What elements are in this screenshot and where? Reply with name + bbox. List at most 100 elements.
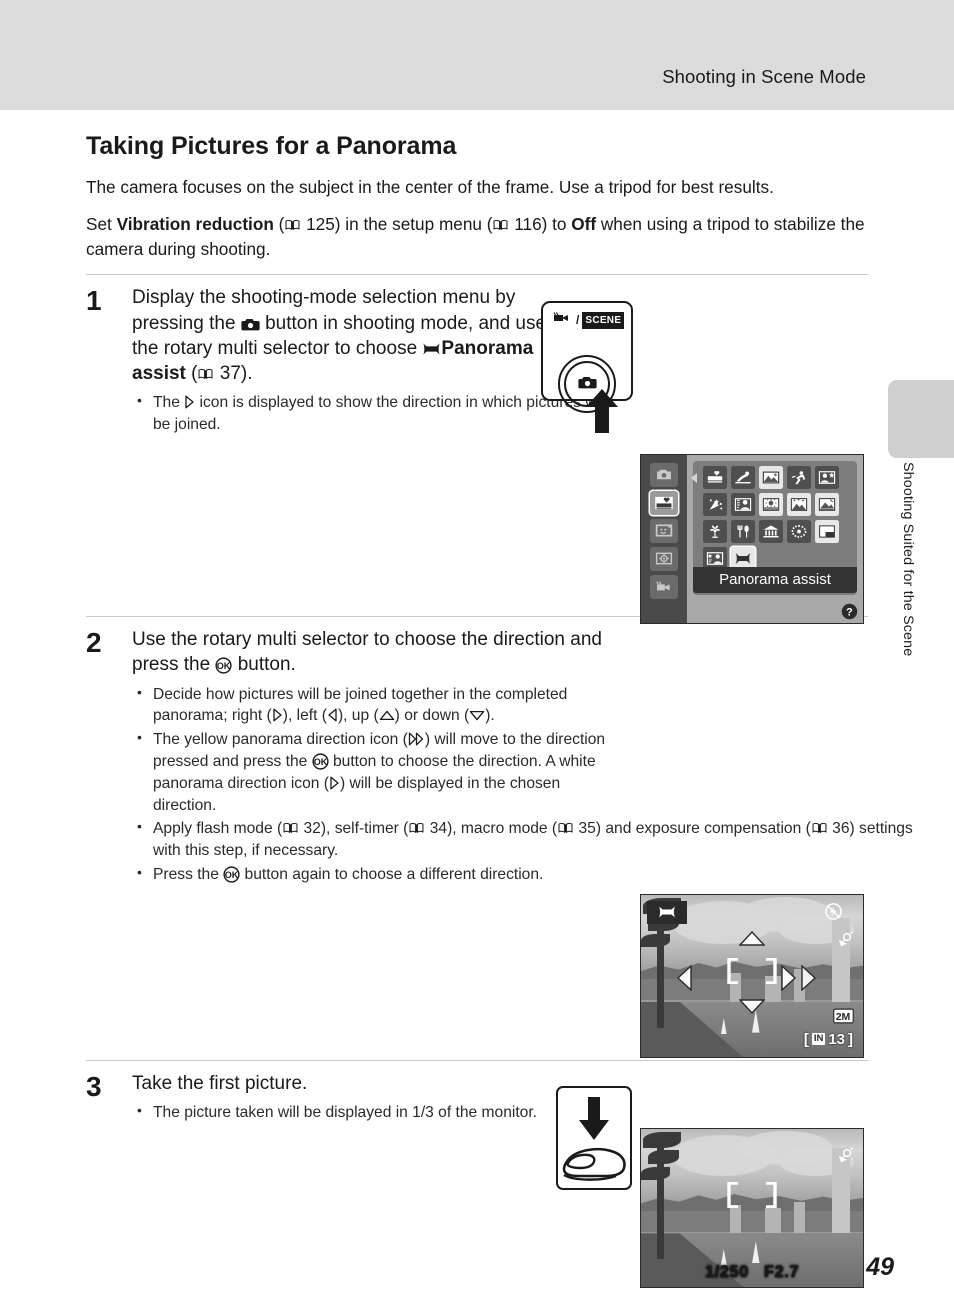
step-1-bullet-1-mid: icon is displayed to show the direction … bbox=[153, 394, 607, 434]
snow-icon[interactable] bbox=[787, 492, 811, 516]
right-direction-arrow-white bbox=[781, 964, 796, 991]
sunset-icon[interactable] bbox=[815, 492, 839, 516]
book-reference-icon bbox=[285, 219, 300, 231]
step-2-title: Use the rotary multi selector to choose … bbox=[132, 627, 602, 678]
vibration-reduction-icon bbox=[837, 1147, 855, 1163]
book-reference-icon bbox=[409, 822, 424, 834]
shots-remaining-count: 13 bbox=[828, 1030, 845, 1048]
focus-area-brackets bbox=[727, 958, 777, 985]
sidebar-item-scene-mode[interactable] bbox=[650, 490, 678, 515]
right-direction-arrow-yellow bbox=[801, 964, 816, 991]
up-direction-icon bbox=[379, 706, 395, 721]
finger-icon bbox=[562, 1147, 626, 1181]
step-2-b3-ref3: 35 bbox=[578, 820, 596, 838]
white-panorama-direction-icon bbox=[329, 775, 340, 790]
side-tab-label: Shooting Suited for the Scene bbox=[900, 462, 916, 657]
step-1-title: Display the shooting-mode selection menu… bbox=[132, 287, 547, 385]
intro-p2-ref1: 125 bbox=[306, 214, 335, 235]
svg-text:OK: OK bbox=[217, 661, 231, 671]
step-2-b3-ref2: 34 bbox=[429, 820, 448, 838]
vibration-reduction-icon bbox=[837, 931, 855, 947]
sport-icon[interactable] bbox=[787, 465, 811, 489]
svg-text:OK: OK bbox=[313, 757, 327, 767]
down-direction-arrow bbox=[739, 998, 765, 1014]
mode-button-card: / SCENE bbox=[541, 301, 633, 414]
step-2-b3-b: ), macro mode ( bbox=[447, 820, 558, 838]
flash-off-icon bbox=[824, 902, 843, 921]
copy-icon[interactable] bbox=[815, 519, 839, 543]
captured-shot-screen: 1/250 F2.7 bbox=[640, 1128, 864, 1289]
fireworks-icon[interactable] bbox=[787, 519, 811, 543]
food-icon[interactable] bbox=[731, 519, 755, 543]
intro-paragraph-2: Set Vibration reduction ( 125) in the se… bbox=[86, 214, 865, 259]
bracket-left: [ bbox=[803, 1030, 809, 1048]
landscape-icon[interactable] bbox=[759, 465, 783, 489]
subject-tracking-icon bbox=[655, 552, 673, 565]
step-2-bullet-4: Press the OK button again to choose a di… bbox=[132, 863, 913, 886]
scene-mode-icon bbox=[654, 496, 674, 510]
bracket-right: ] bbox=[848, 1030, 853, 1048]
close-up-icon[interactable] bbox=[703, 519, 727, 543]
exposure-readout: 1/250 F2.7 bbox=[641, 1263, 863, 1282]
book-reference-icon bbox=[283, 822, 298, 834]
shutter-speed-value: 1/250 bbox=[704, 1263, 749, 1282]
svg-text:2M: 2M bbox=[836, 1011, 851, 1023]
panorama-direction-screen: 2M [ IN 13 ] bbox=[640, 893, 864, 1058]
memory-and-shots-row: [ IN 13 ] bbox=[804, 1031, 853, 1048]
step-2-b3-c: ) and exposure compensation ( bbox=[595, 820, 811, 838]
scene-chip-label: SCENE bbox=[582, 311, 625, 329]
sidebar-item-auto-mode[interactable] bbox=[650, 462, 678, 487]
up-direction-arrow bbox=[739, 930, 765, 946]
running-head: Shooting in Scene Mode bbox=[662, 66, 866, 87]
step-3: 3 Take the first picture. The picture ta… bbox=[86, 1061, 868, 1294]
scene-menu-selected-label: Panorama assist bbox=[693, 566, 857, 593]
step-2-b1-d: ). bbox=[485, 707, 495, 725]
step-2-b3-ref4: 36 bbox=[832, 820, 850, 838]
yellow-panorama-direction-icon bbox=[408, 731, 425, 746]
sports-icon[interactable] bbox=[731, 465, 755, 489]
page-title: Taking Pictures for a Panorama bbox=[86, 132, 457, 160]
scene-grid-row bbox=[703, 492, 851, 516]
panorama-assist-icon bbox=[422, 338, 441, 355]
museum-icon[interactable] bbox=[759, 519, 783, 543]
step-2-b1-b: ), up ( bbox=[337, 707, 379, 725]
off-term: Off bbox=[571, 214, 597, 235]
aperture-value: F2.7 bbox=[764, 1263, 800, 1282]
scene-auto-selector-icon[interactable] bbox=[703, 465, 727, 489]
focus-area-brackets bbox=[727, 1182, 777, 1209]
panorama-mode-badge bbox=[647, 900, 687, 924]
sidebar-item-smart-portrait[interactable] bbox=[650, 518, 678, 543]
page-header-band bbox=[0, 0, 954, 110]
scene-grid-row bbox=[703, 465, 851, 489]
step-3-bullet-1: The picture taken will be displayed in 1… bbox=[132, 1101, 623, 1124]
beach-icon[interactable] bbox=[759, 492, 783, 516]
auto-mode-icon bbox=[655, 468, 673, 481]
page-content: Taking Pictures for a Panorama The camer… bbox=[86, 110, 913, 1294]
step-1-title-end: ). bbox=[240, 363, 253, 385]
scene-menu-screen: Panorama assist ? bbox=[640, 453, 864, 624]
mode-button-diagram: / SCENE bbox=[541, 301, 641, 434]
step-3-title: Take the first picture. bbox=[132, 1072, 308, 1094]
step-2-title-part2: button. bbox=[232, 654, 296, 676]
sidebar-item-movie-mode[interactable] bbox=[650, 574, 678, 599]
svg-text:OK: OK bbox=[225, 870, 239, 880]
step-2-bullet-3: Apply flash mode ( 32), self-timer ( 34)… bbox=[132, 817, 913, 862]
movie-icon bbox=[553, 311, 573, 329]
step-2-bullet-2: The yellow panorama direction icon () wi… bbox=[132, 728, 623, 816]
step-1: 1 Display the shooting-mode selection me… bbox=[86, 275, 868, 624]
mode-button-label: / SCENE bbox=[553, 311, 625, 329]
party-indoor-icon[interactable] bbox=[703, 492, 727, 516]
portrait-icon[interactable] bbox=[731, 492, 755, 516]
night-portrait-icon[interactable] bbox=[815, 465, 839, 489]
step-2-b3-pre: Apply flash mode ( bbox=[153, 820, 283, 838]
step-1-title-ref: 37 bbox=[219, 363, 241, 385]
ok-button-icon: OK bbox=[223, 866, 240, 883]
left-direction-arrow bbox=[676, 964, 692, 991]
step-1-number: 1 bbox=[86, 285, 102, 317]
step-1-bullet-1-pre: The bbox=[153, 394, 185, 412]
side-tab-block bbox=[888, 380, 954, 458]
step-3-number: 3 bbox=[86, 1070, 102, 1102]
step-2-b3-ref1: 32 bbox=[303, 820, 321, 838]
down-arrow-icon bbox=[579, 1096, 609, 1140]
sidebar-item-subject-tracking[interactable] bbox=[650, 546, 678, 571]
